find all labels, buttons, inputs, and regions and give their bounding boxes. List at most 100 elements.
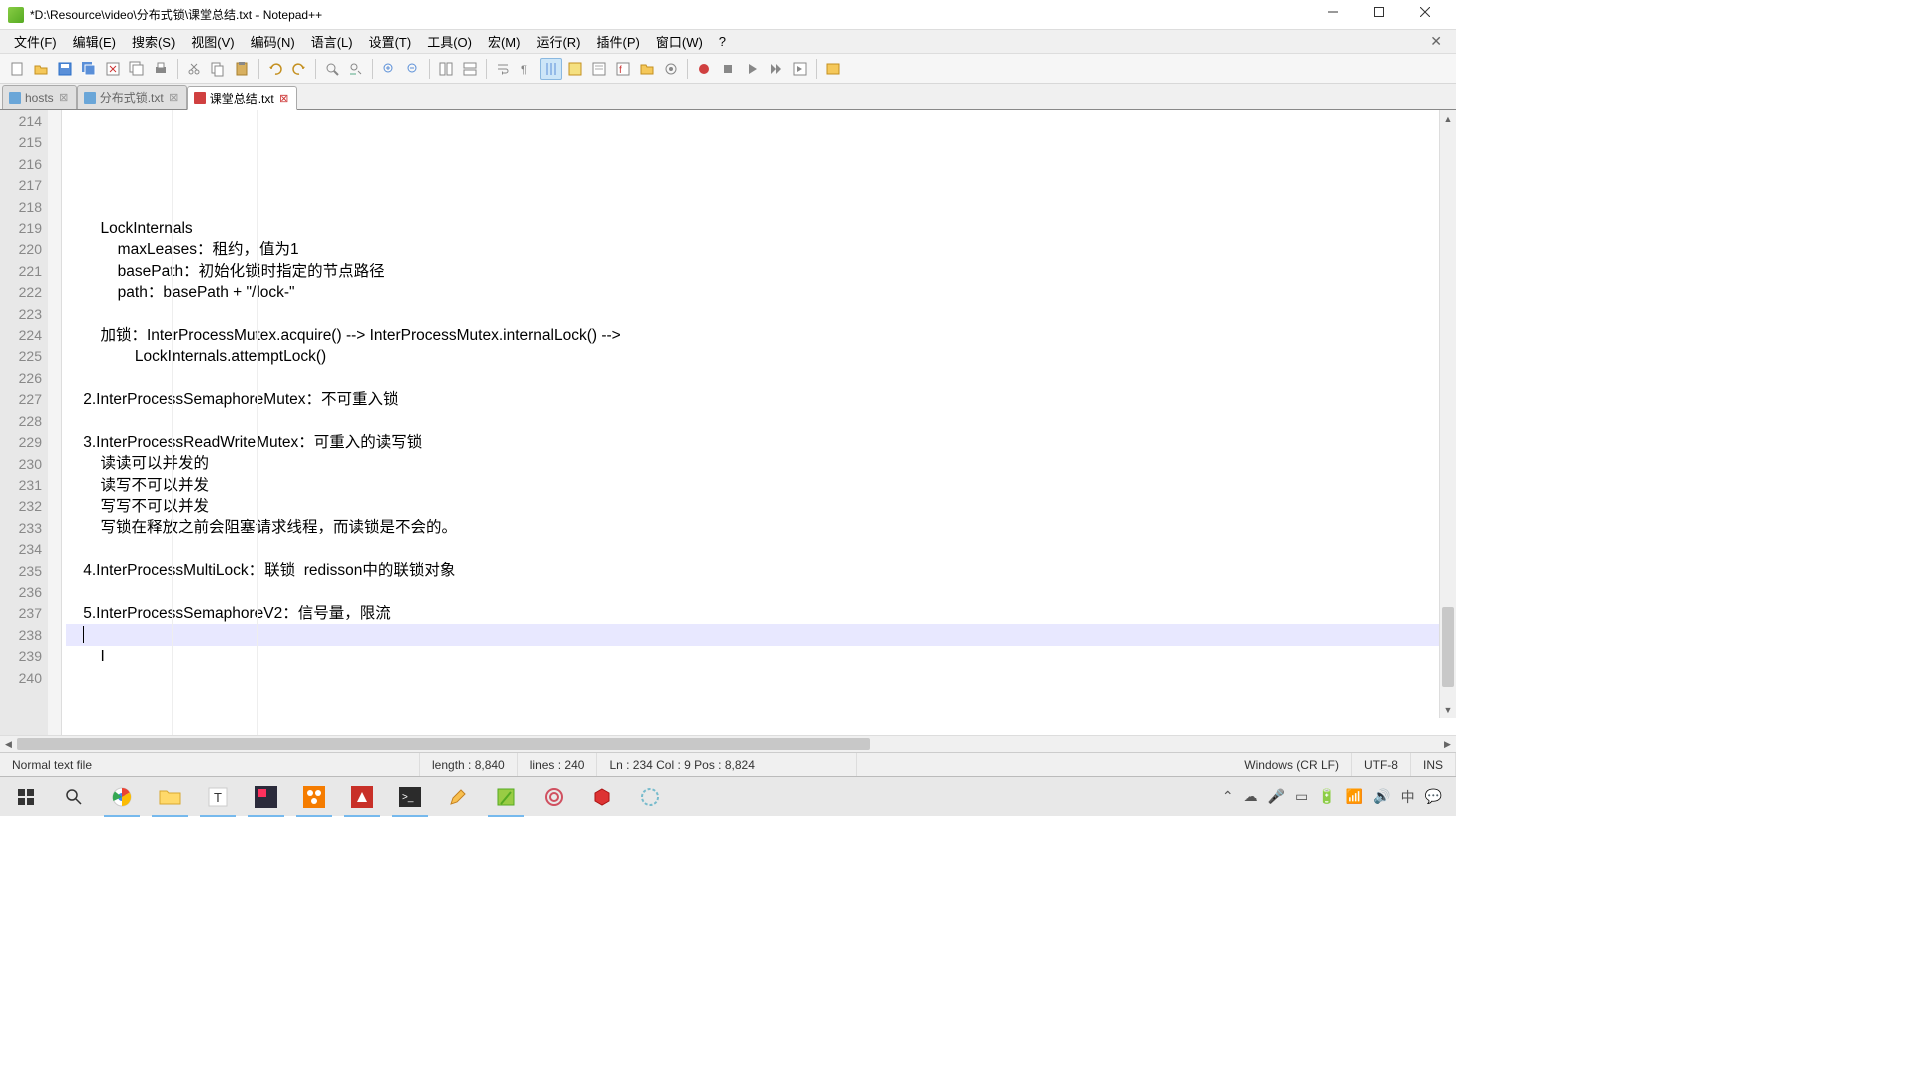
- folder-ws-icon[interactable]: [636, 58, 658, 80]
- new-file-icon[interactable]: [6, 58, 28, 80]
- menu-tools[interactable]: 工具(O): [419, 30, 480, 53]
- save-icon[interactable]: [54, 58, 76, 80]
- menu-encoding[interactable]: 编码(N): [243, 30, 303, 53]
- taskbar-notepadpp[interactable]: [482, 777, 530, 817]
- tab-close-icon[interactable]: ⊠: [58, 92, 70, 104]
- tray-mic-icon[interactable]: 🎤: [1268, 788, 1285, 805]
- show-symbol-icon[interactable]: [822, 58, 844, 80]
- show-all-chars-icon[interactable]: ¶: [516, 58, 538, 80]
- zoom-in-icon[interactable]: [378, 58, 400, 80]
- menu-edit[interactable]: 编辑(E): [65, 30, 124, 53]
- doc-map-icon[interactable]: [588, 58, 610, 80]
- print-icon[interactable]: [150, 58, 172, 80]
- menu-view[interactable]: 视图(V): [183, 30, 242, 53]
- code-line[interactable]: [66, 368, 1456, 389]
- code-line[interactable]: [66, 689, 1456, 710]
- tray-volume-icon[interactable]: 🔊: [1373, 788, 1390, 805]
- menu-macro[interactable]: 宏(M): [480, 30, 529, 53]
- vertical-scrollbar[interactable]: ▲ ▼: [1439, 110, 1456, 718]
- minimize-button[interactable]: [1310, 0, 1356, 27]
- code-line[interactable]: basePath：初始化锁时指定的节点路径: [66, 261, 1456, 282]
- taskbar-terminal[interactable]: >_: [386, 777, 434, 817]
- status-encoding[interactable]: UTF-8: [1352, 753, 1411, 776]
- tray-chevron-icon[interactable]: ⌃: [1222, 788, 1234, 805]
- menu-settings[interactable]: 设置(T): [361, 30, 420, 53]
- taskbar-app-spinner[interactable]: [626, 777, 674, 817]
- scroll-right-icon[interactable]: ▶: [1439, 739, 1456, 750]
- code-line[interactable]: [66, 582, 1456, 603]
- tab-0[interactable]: hosts⊠: [2, 85, 77, 109]
- paste-icon[interactable]: [231, 58, 253, 80]
- taskbar-text[interactable]: T: [194, 777, 242, 817]
- code-line[interactable]: 读写不可以并发: [66, 475, 1456, 496]
- tray-display-icon[interactable]: ▭: [1295, 788, 1308, 805]
- play-multi-icon[interactable]: [765, 58, 787, 80]
- scroll-down-icon[interactable]: ▼: [1440, 701, 1456, 718]
- save-all-icon[interactable]: [78, 58, 100, 80]
- code-line[interactable]: 读读可以并发的: [66, 453, 1456, 474]
- code-line[interactable]: maxLeases：租约，值为1: [66, 239, 1456, 260]
- sync-v-icon[interactable]: [435, 58, 457, 80]
- code-line[interactable]: LockInternals.attemptLock(): [66, 346, 1456, 367]
- code-line[interactable]: [66, 710, 1456, 731]
- horizontal-scrollbar[interactable]: ◀ ▶: [0, 735, 1456, 752]
- code-line[interactable]: 写锁在释放之前会阻塞请求线程，而读锁是不会的。: [66, 517, 1456, 538]
- tray-cloud-icon[interactable]: ☁: [1244, 788, 1258, 805]
- code-line[interactable]: 2.InterProcessSemaphoreMutex：不可重入锁: [66, 389, 1456, 410]
- system-tray[interactable]: ⌃ ☁ 🎤 ▭ 🔋 📶 🔊 中 💬: [1222, 787, 1454, 807]
- search-button[interactable]: [50, 777, 98, 817]
- start-button[interactable]: [2, 777, 50, 817]
- tray-wifi-icon[interactable]: 📶: [1346, 788, 1363, 805]
- status-ins[interactable]: INS: [1411, 753, 1456, 776]
- tray-notif-icon[interactable]: 💬: [1425, 788, 1442, 805]
- zoom-out-icon[interactable]: [402, 58, 424, 80]
- tab-2[interactable]: 课堂总结.txt⊠: [187, 86, 297, 110]
- cut-icon[interactable]: [183, 58, 205, 80]
- menu-run[interactable]: 运行(R): [528, 30, 588, 53]
- monitoring-icon[interactable]: [660, 58, 682, 80]
- tab-close-icon[interactable]: ⊠: [168, 92, 180, 104]
- status-eol[interactable]: Windows (CR LF): [1232, 753, 1352, 776]
- copy-icon[interactable]: [207, 58, 229, 80]
- close-button[interactable]: [1402, 0, 1448, 27]
- taskbar-pencil[interactable]: [434, 777, 482, 817]
- code-area[interactable]: LockInternals maxLeases：租约，值为1 basePath：…: [62, 110, 1456, 735]
- scroll-left-icon[interactable]: ◀: [0, 739, 17, 750]
- hscroll-thumb[interactable]: [17, 738, 870, 750]
- menu-file[interactable]: 文件(F): [6, 30, 65, 53]
- save-macro-icon[interactable]: [789, 58, 811, 80]
- find-icon[interactable]: [321, 58, 343, 80]
- vscroll-thumb[interactable]: [1442, 607, 1454, 687]
- menu-language[interactable]: 语言(L): [303, 30, 361, 53]
- code-line[interactable]: I: [66, 646, 1456, 667]
- undo-icon[interactable]: [264, 58, 286, 80]
- code-line[interactable]: path：basePath + "/lock-": [66, 282, 1456, 303]
- func-list-icon[interactable]: f: [612, 58, 634, 80]
- code-line[interactable]: [66, 624, 1456, 645]
- indent-guide-icon[interactable]: [540, 58, 562, 80]
- code-line[interactable]: 加锁：InterProcessMutex.acquire() --> Inter…: [66, 325, 1456, 346]
- menu-plugins[interactable]: 插件(P): [589, 30, 648, 53]
- code-line[interactable]: [66, 539, 1456, 560]
- sync-h-icon[interactable]: [459, 58, 481, 80]
- wordwrap-icon[interactable]: [492, 58, 514, 80]
- code-line[interactable]: [66, 197, 1456, 218]
- tab-close-icon[interactable]: ⊠: [278, 92, 290, 104]
- maximize-button[interactable]: [1356, 0, 1402, 27]
- play-macro-icon[interactable]: [741, 58, 763, 80]
- menu-search[interactable]: 搜索(S): [124, 30, 183, 53]
- code-line[interactable]: LockInternals: [66, 218, 1456, 239]
- close-doc-button[interactable]: ✕: [1422, 33, 1450, 50]
- redo-icon[interactable]: [288, 58, 310, 80]
- taskbar-app-cube[interactable]: [578, 777, 626, 817]
- code-line[interactable]: [66, 731, 1456, 735]
- code-line[interactable]: [66, 667, 1456, 688]
- code-line[interactable]: [66, 304, 1456, 325]
- open-file-icon[interactable]: [30, 58, 52, 80]
- record-macro-icon[interactable]: [693, 58, 715, 80]
- tray-battery-icon[interactable]: 🔋: [1318, 788, 1335, 805]
- scroll-up-icon[interactable]: ▲: [1440, 110, 1456, 127]
- editor[interactable]: 2142152162172182192202212222232242252262…: [0, 110, 1456, 735]
- udl-icon[interactable]: [564, 58, 586, 80]
- code-line[interactable]: 4.InterProcessMultiLock：联锁 redisson中的联锁对…: [66, 560, 1456, 581]
